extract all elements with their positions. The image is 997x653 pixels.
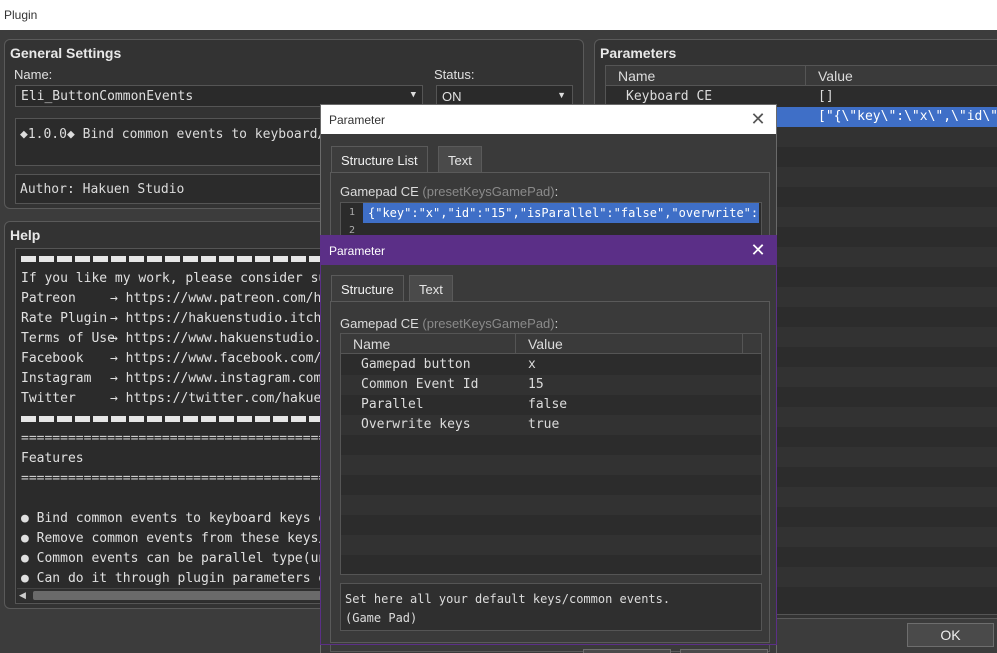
parameters-table-header: Name Value (606, 66, 997, 86)
table-row[interactable]: Common Event Id 15 (341, 375, 761, 395)
col-divider (742, 334, 743, 354)
window-title: Plugin (0, 0, 997, 30)
table-row[interactable]: Parallel false (341, 395, 761, 415)
help-title: Help (10, 227, 41, 243)
dialog1-button[interactable] (680, 649, 768, 653)
list-line-selected[interactable]: {"key":"x","id":"15","isParallel":"false… (363, 203, 759, 223)
name-value: Eli_ButtonCommonEvents (21, 89, 194, 104)
structure-rows: Gamepad button x Common Event Id 15 Para… (341, 355, 761, 574)
dialog-title: Parameter (329, 244, 386, 258)
table-row (341, 555, 761, 574)
tab-panel: Gamepad CE (presetKeysGamePad): Name Val… (330, 301, 770, 643)
structure-table: Name Value Gamepad button x Common Event… (340, 333, 762, 575)
tab-text[interactable]: Text (409, 275, 453, 302)
name-label: Name: (14, 67, 53, 82)
table-row (341, 495, 761, 515)
author-text: Author: Hakuen Studio (20, 182, 185, 197)
dialog-titlebar: Parameter (321, 236, 776, 265)
col-name-header[interactable]: Name (353, 336, 390, 352)
close-icon[interactable]: ✕ (748, 240, 768, 261)
status-label: Status: (434, 67, 475, 82)
table-row (341, 435, 761, 455)
line-number: 1 (349, 207, 356, 218)
table-row (341, 535, 761, 555)
parameter-dialog-structure: Parameter ✕ Structure Text Gamepad CE (p… (320, 235, 777, 645)
scrollbar-thumb[interactable] (33, 591, 333, 600)
field-label: Gamepad CE (presetKeysGamePad): (340, 184, 559, 199)
table-row (341, 475, 761, 495)
col-value-header[interactable]: Value (818, 68, 853, 84)
scroll-left-arrow-icon[interactable]: ◀ (19, 590, 26, 601)
dialog1-button[interactable] (583, 649, 671, 653)
parameters-title: Parameters (600, 45, 677, 61)
dialog-titlebar: Parameter (321, 105, 776, 134)
table-row[interactable]: Gamepad button x (341, 355, 761, 375)
description-line: (Game Pad) (345, 611, 418, 625)
col-divider (805, 66, 806, 86)
tab-structure[interactable]: Structure (331, 275, 404, 302)
col-value-header[interactable]: Value (528, 336, 563, 352)
description-line: Set here all your default keys/common ev… (345, 592, 671, 606)
close-icon[interactable]: ✕ (748, 109, 768, 130)
description-text: ◆1.0.0◆ Bind common events to keyboard/g… (20, 127, 357, 142)
col-divider (515, 334, 516, 354)
col-name-header[interactable]: Name (618, 68, 655, 84)
tab-text[interactable]: Text (438, 146, 482, 173)
table-row[interactable]: Overwrite keys true (341, 415, 761, 435)
description-box: Set here all your default keys/common ev… (340, 583, 762, 631)
status-value: ON (442, 89, 462, 104)
tab-structure-list[interactable]: Structure List (331, 146, 428, 173)
general-settings-title: General Settings (10, 45, 122, 61)
table-row (341, 515, 761, 535)
ok-button[interactable]: OK (907, 623, 994, 647)
field-label: Gamepad CE (presetKeysGamePad): (340, 316, 559, 331)
chevron-down-icon: ▼ (410, 90, 416, 100)
table-row (341, 455, 761, 475)
chevron-down-icon: ▼ (557, 90, 566, 100)
structure-table-header: Name Value (341, 334, 761, 354)
dialog-title: Parameter (329, 113, 386, 127)
